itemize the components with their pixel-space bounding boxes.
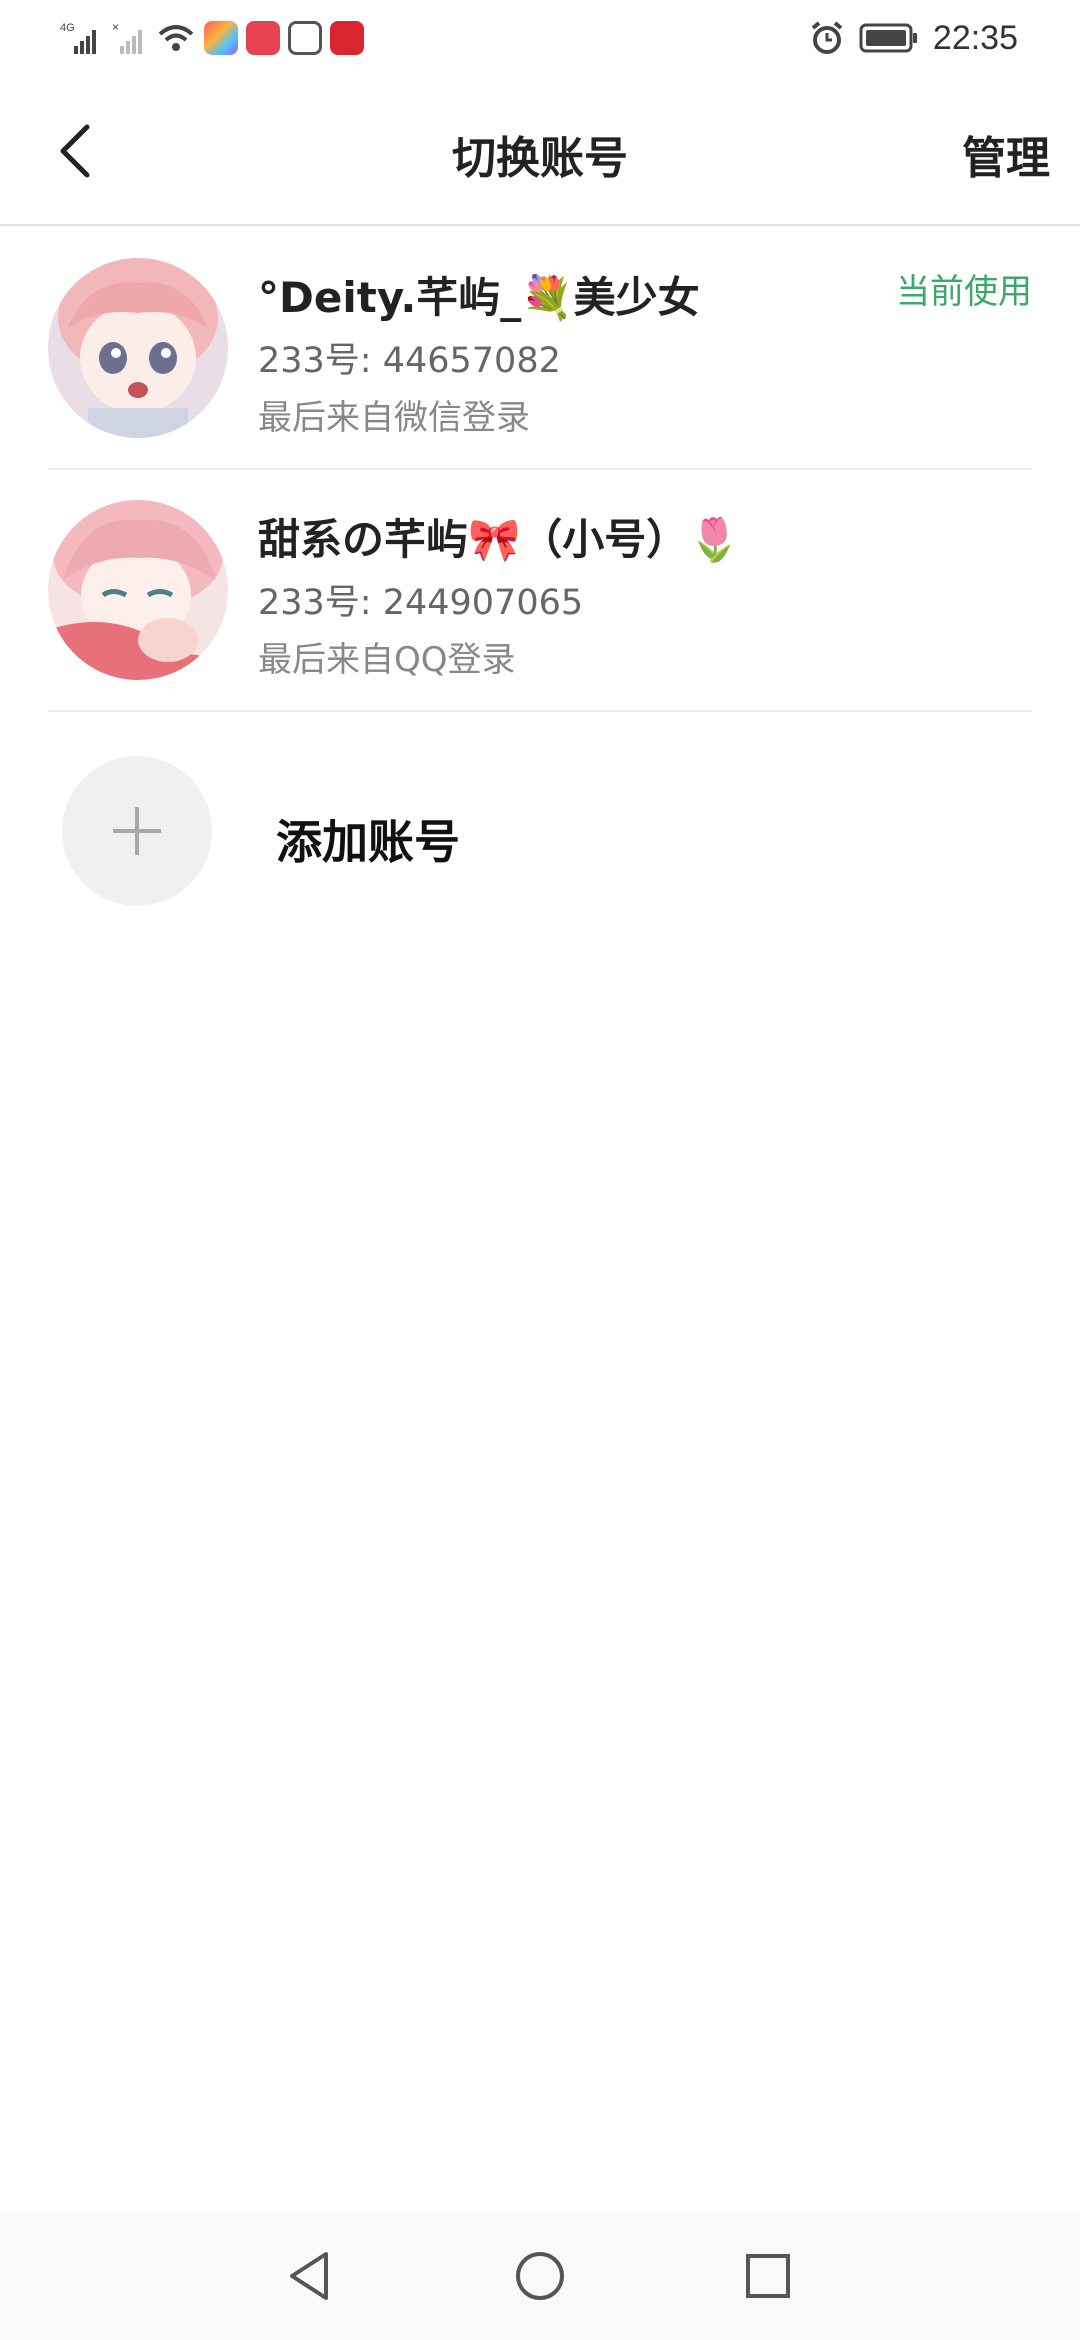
- page-title: 切换账号: [452, 133, 628, 184]
- clock-time: 22:35: [932, 18, 1018, 57]
- avatar: [48, 500, 228, 680]
- square-recent-icon: [746, 2254, 790, 2298]
- huawei-app-icon: [246, 21, 280, 55]
- system-nav-bar: [0, 2212, 1080, 2340]
- nav-home-button[interactable]: [508, 2244, 572, 2308]
- plus-icon: [113, 807, 161, 855]
- alarm-icon: [811, 21, 843, 54]
- last-login-source: 最后来自QQ登录: [258, 640, 516, 680]
- switch-account-screen: 4G × 22:35 切换账号 管理 °Deity.芊屿_💐美少女 233号: …: [0, 0, 1080, 2340]
- gift-app-icon: [330, 21, 364, 55]
- add-account-circle: [62, 756, 212, 906]
- svg-text:4G: 4G: [60, 22, 75, 34]
- no-signal-icon: ×: [112, 20, 142, 54]
- status-bar: 4G × 22:35: [0, 0, 1080, 76]
- last-login-source: 最后来自微信登录: [258, 398, 530, 438]
- signal-4g-icon: 4G: [60, 22, 96, 54]
- account-name: 甜系の芊屿🎀（小号）🌷: [258, 515, 741, 564]
- header-bar: 切换账号 管理: [0, 76, 1080, 226]
- status-left: 4G ×: [60, 18, 364, 58]
- status-right: 22:35: [809, 18, 1018, 58]
- manage-button[interactable]: 管理: [962, 122, 1050, 186]
- add-account-button[interactable]: 添加账号: [62, 756, 1022, 906]
- avatar: [48, 258, 228, 438]
- nav-back-button[interactable]: [278, 2244, 342, 2308]
- wifi-icon: [158, 25, 194, 51]
- hand-icon: [288, 21, 322, 55]
- account-item[interactable]: °Deity.芊屿_💐美少女 233号: 44657082 最后来自微信登录 当…: [48, 228, 1032, 470]
- app-notification-icon: [204, 21, 238, 55]
- add-account-label: 添加账号: [276, 815, 460, 869]
- current-account-badge: 当前使用: [896, 272, 1032, 312]
- nav-recent-button[interactable]: [736, 2244, 800, 2308]
- triangle-back-icon: [290, 2252, 328, 2300]
- account-id: 233号: 44657082: [258, 341, 561, 381]
- svg-text:×: ×: [112, 20, 119, 34]
- circle-home-icon: [516, 2252, 564, 2300]
- account-name: °Deity.芊屿_💐美少女: [258, 273, 700, 322]
- account-item[interactable]: 甜系の芊屿🎀（小号）🌷 233号: 244907065 最后来自QQ登录: [48, 470, 1032, 712]
- account-id: 233号: 244907065: [258, 583, 584, 623]
- battery-icon: [859, 23, 917, 53]
